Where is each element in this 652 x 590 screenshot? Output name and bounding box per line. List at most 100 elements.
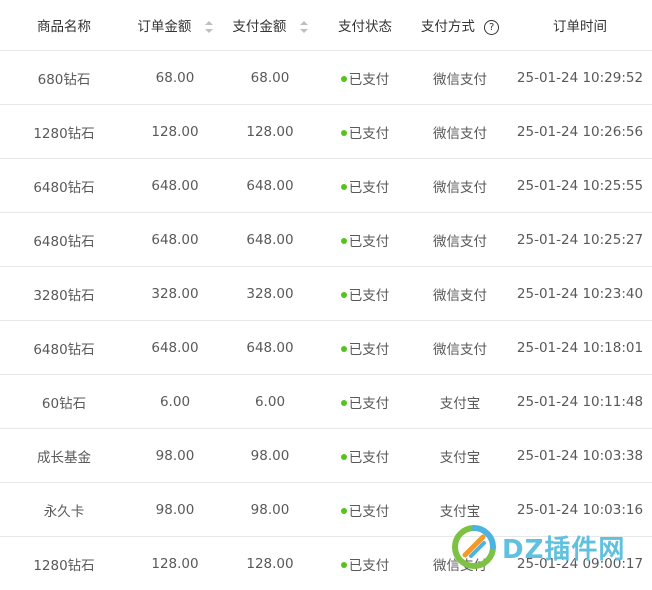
pay-method-cell: 微信支付	[412, 266, 508, 321]
pay-status-cell: 已支付	[318, 482, 412, 537]
pay-status-cell: 已支付	[318, 320, 412, 375]
order-time-text: 25-01-24 10:03:16	[516, 501, 644, 518]
product-name-cell: 永久卡	[0, 482, 128, 537]
pay-method-cell: 支付宝	[412, 374, 508, 429]
order-amount-text: 98.00	[155, 447, 195, 464]
order-amount-text: 128.00	[151, 123, 199, 140]
pay-status-text: 已支付	[348, 71, 390, 88]
order-amount-text: 128.00	[151, 555, 199, 572]
status-dot-icon	[340, 75, 347, 82]
column-header-order-time: 订单时间	[508, 0, 652, 51]
table-row[interactable]: 680钻石 68.00 68.00 已支付 微信支付 25-01-24 10:29:52	[0, 50, 652, 105]
table-row[interactable]: 3280钻石 328.00 328.00 已支付 微信支付 25-01-24 10:23:…	[0, 266, 652, 321]
pay-method-text: 微信支付	[433, 71, 487, 88]
table-body: 680钻石 68.00 68.00 已支付 微信支付 25-01-24 10:29:52 1…	[0, 50, 652, 590]
pay-amount-cell: 6.00	[222, 374, 318, 429]
product-name-cell: 6480钻石	[0, 212, 128, 267]
pay-method-cell: 支付宝	[412, 428, 508, 483]
order-time-cell: 25-01-24 10:25:55	[508, 158, 652, 213]
pay-status-text: 已支付	[348, 125, 390, 142]
table-row[interactable]: 6480钻石 648.00 648.00 已支付 微信支付 25-01-24 10:25:…	[0, 158, 652, 213]
pay-amount-cell: 328.00	[222, 266, 318, 321]
pay-amount-text: 128.00	[246, 123, 294, 140]
order-amount-cell: 648.00	[128, 158, 222, 213]
pay-amount-text: 648.00	[246, 339, 294, 356]
pay-method-text: 微信支付	[433, 341, 487, 358]
product-name-text: 60钻石	[41, 395, 87, 412]
pay-method-text: 支付宝	[439, 449, 481, 466]
column-header-pay-method: 支付方式 ?	[412, 0, 508, 51]
order-time-cell: 25-01-24 10:26:56	[508, 104, 652, 159]
table-row[interactable]: 1280钻石 128.00 128.00 已支付 微信支付 25-01-24 10:26:…	[0, 104, 652, 159]
product-name-cell: 1280钻石	[0, 104, 128, 159]
order-time-text: 25-01-24 10:26:56	[516, 123, 644, 140]
order-amount-cell: 328.00	[128, 266, 222, 321]
column-header-product-name: 商品名称	[0, 0, 128, 51]
pay-method-text: 微信支付	[433, 287, 487, 304]
product-name-text: 680钻石	[37, 71, 91, 88]
pay-amount-text: 648.00	[246, 231, 294, 248]
order-time-text: 25-01-24 09:00:17	[516, 555, 644, 572]
pay-status-cell: 已支付	[318, 212, 412, 267]
table-row[interactable]: 成长基金 98.00 98.00 已支付 支付宝 25-01-24 10:03:38	[0, 428, 652, 483]
column-header-label: 商品名称	[37, 19, 91, 35]
pay-method-cell: 支付宝	[412, 482, 508, 537]
table-row[interactable]: 6480钻石 648.00 648.00 已支付 微信支付 25-01-24 10:18:…	[0, 320, 652, 375]
order-time-text: 25-01-24 10:18:01	[516, 339, 644, 356]
pay-amount-cell: 128.00	[222, 537, 318, 590]
sort-icon[interactable]	[204, 21, 213, 33]
table-row[interactable]: 1280钻石 128.00 128.00 已支付 微信支付 25-01-24 09:00:…	[0, 537, 652, 590]
order-amount-text: 98.00	[155, 501, 195, 518]
product-name-cell: 60钻石	[0, 374, 128, 429]
order-time-cell: 25-01-24 10:03:38	[508, 428, 652, 483]
order-amount-text: 6.00	[159, 393, 191, 410]
table-row[interactable]: 60钻石 6.00 6.00 已支付 支付宝 25-01-24 10:11:48	[0, 374, 652, 429]
product-name-text: 永久卡	[43, 503, 85, 520]
status-dot-icon	[340, 561, 347, 568]
pay-amount-cell: 128.00	[222, 104, 318, 159]
column-header-pay-amount[interactable]: 支付金额	[222, 0, 318, 51]
order-amount-cell: 648.00	[128, 320, 222, 375]
pay-method-cell: 微信支付	[412, 320, 508, 375]
pay-amount-text: 328.00	[246, 285, 294, 302]
pay-method-cell: 微信支付	[412, 158, 508, 213]
status-dot-icon	[340, 399, 347, 406]
pay-method-text: 微信支付	[433, 557, 487, 574]
order-amount-cell: 6.00	[128, 374, 222, 429]
product-name-cell: 6480钻石	[0, 158, 128, 213]
pay-status-text: 已支付	[348, 233, 390, 250]
pay-status-cell: 已支付	[318, 158, 412, 213]
pay-amount-cell: 648.00	[222, 212, 318, 267]
order-time-cell: 25-01-24 10:18:01	[508, 320, 652, 375]
column-header-label: 订单时间	[553, 19, 607, 35]
pay-amount-cell: 68.00	[222, 50, 318, 105]
product-name-cell: 680钻石	[0, 50, 128, 105]
orders-table: 商品名称 订单金额 支付金额 支付状态 支付方式 ? 订单时间 680钻石 68.…	[0, 0, 652, 590]
order-time-cell: 25-01-24 09:00:17	[508, 537, 652, 590]
pay-status-cell: 已支付	[318, 266, 412, 321]
pay-amount-cell: 98.00	[222, 428, 318, 483]
order-time-text: 25-01-24 10:11:48	[516, 393, 644, 410]
column-header-label: 支付状态	[338, 19, 392, 35]
product-name-cell: 6480钻石	[0, 320, 128, 375]
table-row[interactable]: 永久卡 98.00 98.00 已支付 支付宝 25-01-24 10:03:16	[0, 482, 652, 537]
product-name-cell: 1280钻石	[0, 537, 128, 590]
product-name-text: 1280钻石	[33, 125, 95, 142]
column-header-order-amount[interactable]: 订单金额	[128, 0, 222, 51]
pay-amount-cell: 648.00	[222, 158, 318, 213]
product-name-text: 成长基金	[37, 449, 91, 466]
pay-status-cell: 已支付	[318, 50, 412, 105]
pay-status-text: 已支付	[348, 557, 390, 574]
help-icon[interactable]: ?	[484, 19, 500, 35]
pay-amount-cell: 648.00	[222, 320, 318, 375]
product-name-cell: 3280钻石	[0, 266, 128, 321]
pay-amount-text: 648.00	[246, 177, 294, 194]
table-row[interactable]: 6480钻石 648.00 648.00 已支付 微信支付 25-01-24 10:25:…	[0, 212, 652, 267]
pay-method-cell: 微信支付	[412, 50, 508, 105]
pay-method-cell: 微信支付	[412, 104, 508, 159]
product-name-text: 3280钻石	[33, 287, 95, 304]
sort-icon[interactable]	[299, 21, 308, 33]
order-amount-cell: 128.00	[128, 537, 222, 590]
pay-amount-text: 6.00	[254, 393, 286, 410]
pay-status-cell: 已支付	[318, 374, 412, 429]
